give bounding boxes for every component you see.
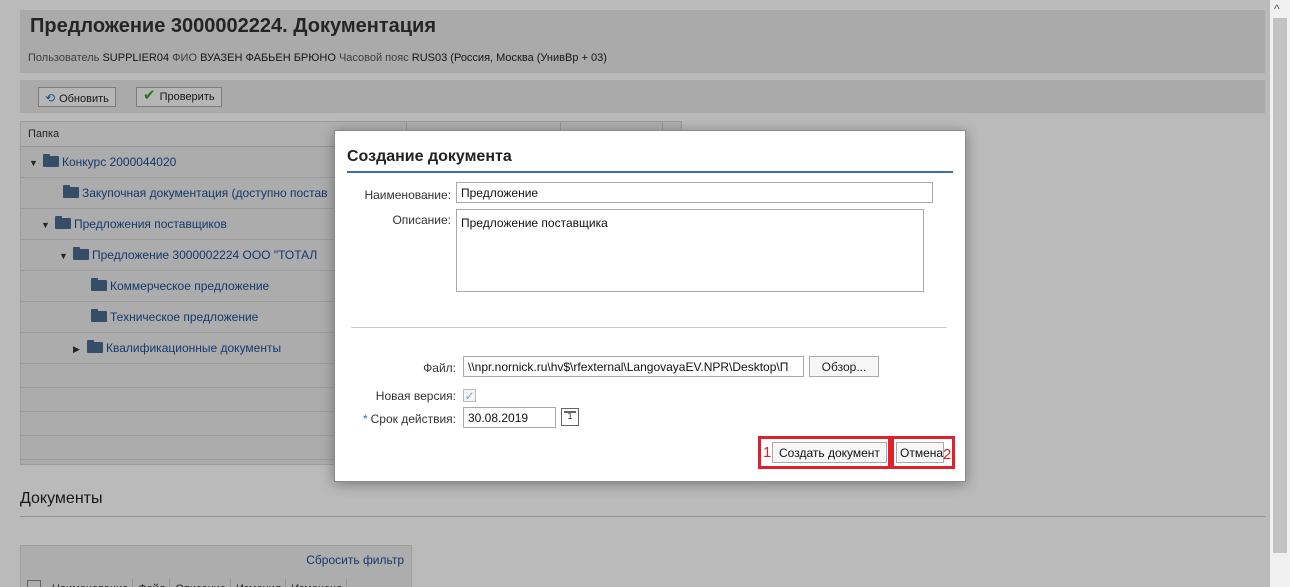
annotation-number-1: 1	[763, 444, 772, 461]
dialog-divider	[351, 327, 947, 328]
file-label: Файл:	[423, 361, 456, 375]
scroll-up-icon[interactable]: ^	[1274, 2, 1280, 16]
file-path-input[interactable]: \\npr.nornick.ru\hv$\rfexternal\Langovay…	[463, 356, 804, 377]
annotation-number-2: 2	[943, 446, 952, 463]
calendar-day: 1	[567, 411, 573, 421]
validity-label: Срок действия:	[370, 412, 456, 426]
checkmark-icon: ✓	[464, 389, 475, 403]
new-version-label: Новая версия:	[375, 389, 456, 403]
description-textarea[interactable]: Предложение поставщика	[456, 209, 924, 292]
create-document-button[interactable]: Создать документ	[772, 442, 887, 463]
cancel-button[interactable]: Отмена	[896, 442, 944, 463]
vertical-scrollbar[interactable]: ^	[1270, 0, 1290, 587]
validity-label-group: * Срок действия:	[363, 412, 456, 426]
required-marker: *	[362, 412, 368, 426]
create-document-dialog: Создание документа Наименование: Предлож…	[334, 130, 966, 482]
validity-date-input[interactable]: 30.08.2019	[463, 407, 556, 428]
name-label: Наименование:	[364, 188, 451, 202]
name-input[interactable]: Предложение	[456, 182, 933, 203]
new-version-checkbox[interactable]: ✓	[463, 389, 476, 402]
dialog-title-underline	[347, 171, 953, 173]
browse-button[interactable]: Обзор...	[809, 356, 879, 377]
scroll-thumb[interactable]	[1273, 18, 1287, 553]
calendar-icon[interactable]: 1	[561, 408, 579, 426]
dialog-title: Создание документа	[347, 148, 512, 165]
description-label: Описание:	[392, 213, 451, 227]
